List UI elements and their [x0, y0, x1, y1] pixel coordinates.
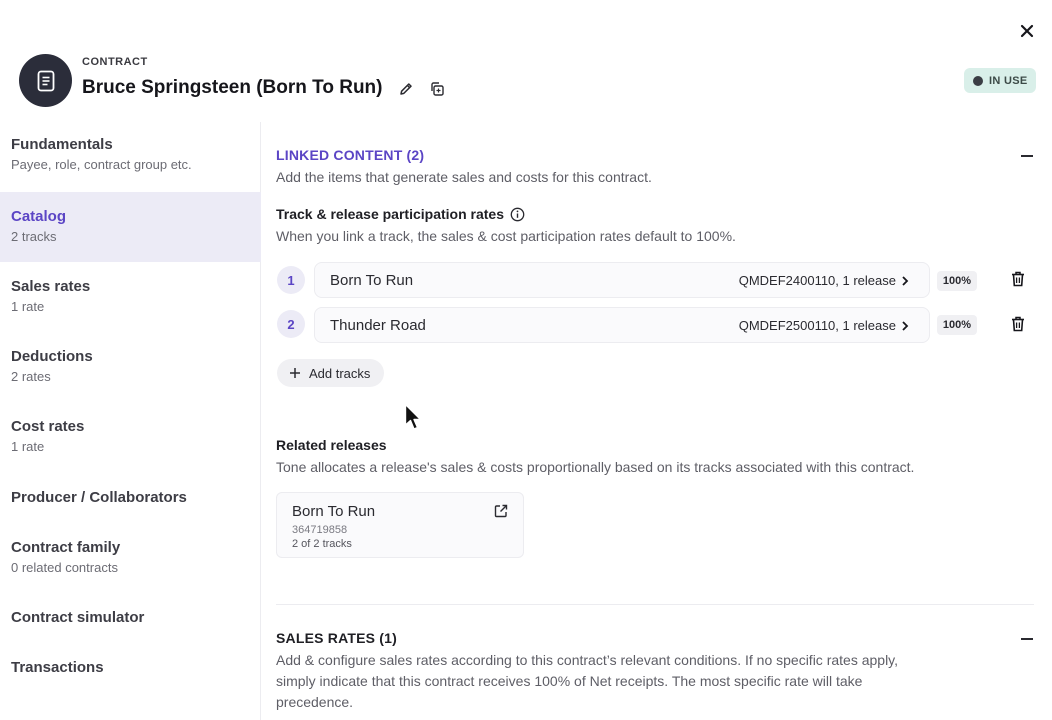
sidebar-item-label: Deductions — [11, 348, 93, 365]
sales-rates-collapse-button[interactable] — [1021, 638, 1033, 640]
participation-rate-badge[interactable]: 100% — [937, 315, 977, 335]
chevron-right-icon — [902, 320, 909, 331]
track-isrc-releases: QMDEF2400110, 1 release — [738, 273, 896, 288]
contract-avatar — [19, 54, 72, 107]
participation-title: Track & release participation rates — [276, 206, 504, 222]
close-icon — [1020, 24, 1034, 38]
sidebar-item-sub: 1 rate — [11, 439, 45, 454]
status-badge: IN USE — [964, 68, 1037, 93]
linked-content-heading: LINKED CONTENT (2) — [276, 147, 425, 163]
sidebar-item-label: Cost rates — [11, 418, 85, 435]
sidebar-item-contract-simulator[interactable]: Contract simulator — [0, 609, 261, 649]
sidebar-item-cost-rates[interactable]: Cost rates 1 rate — [0, 418, 261, 478]
sales-rates-description-line-1: Add & configure sales rates according to… — [276, 652, 899, 668]
sidebar-item-label: Fundamentals — [11, 136, 113, 153]
track-meta: QMDEF2500110, 1 release — [739, 318, 909, 333]
close-button[interactable] — [1016, 20, 1038, 42]
sidebar-nav: Fundamentals Payee, role, contract group… — [0, 122, 261, 720]
participation-heading: Track & release participation rates — [276, 206, 525, 222]
document-icon — [37, 70, 54, 91]
duplicate-icon[interactable] — [428, 80, 446, 98]
track-row-born-to-run[interactable]: Born To Run QMDEF2400110, 1 release — [314, 262, 930, 298]
sidebar-item-label: Transactions — [11, 659, 104, 676]
sidebar-item-label: Contract family — [11, 539, 121, 556]
release-card[interactable]: Born To Run 364719858 2 of 2 tracks — [276, 492, 524, 558]
linked-content-collapse-button[interactable] — [1021, 155, 1033, 157]
participation-description: When you link a track, the sales & cost … — [276, 228, 736, 244]
sidebar-item-sales-rates[interactable]: Sales rates 1 rate — [0, 278, 261, 338]
sidebar-item-sub: Payee, role, contract group etc. — [11, 157, 192, 172]
status-dot-icon — [973, 75, 983, 86]
sales-rates-description-line-2: simply indicate that this contract recei… — [276, 673, 863, 689]
sales-rates-description-line-3: precedence. — [276, 694, 354, 710]
sidebar-item-label: Producer / Collaborators — [11, 489, 187, 506]
release-code: 364719858 — [292, 524, 348, 536]
sidebar-item-label: Catalog — [11, 208, 67, 225]
sidebar-item-sub: 1 rate — [11, 299, 45, 314]
section-divider — [276, 604, 1034, 605]
sidebar-item-label: Sales rates — [11, 278, 91, 295]
track-name: Thunder Road — [330, 317, 426, 334]
release-title: Born To Run — [292, 503, 376, 520]
mouse-pointer-icon — [404, 403, 422, 430]
trash-icon — [1012, 316, 1024, 332]
sidebar-item-sub: 2 rates — [11, 369, 51, 384]
contract-eyebrow: CONTRACT — [82, 56, 148, 68]
page-title: Bruce Springsteen (Born To Run) — [82, 77, 383, 98]
sidebar-item-sub: 2 tracks — [11, 229, 57, 244]
add-tracks-button[interactable]: Add tracks — [277, 359, 385, 387]
linked-content-description: Add the items that generate sales and co… — [276, 169, 652, 185]
chevron-right-icon — [902, 275, 909, 286]
add-tracks-label: Add tracks — [309, 365, 371, 381]
sales-rates-heading: SALES RATES (1) — [276, 630, 397, 646]
info-icon[interactable] — [510, 207, 525, 222]
track-number: 2 — [277, 310, 305, 338]
sidebar-item-contract-family[interactable]: Contract family 0 related contracts — [0, 539, 261, 599]
edit-pencil-icon[interactable] — [397, 80, 415, 98]
release-track-count: 2 of 2 tracks — [292, 538, 352, 550]
external-link-icon[interactable] — [493, 503, 509, 519]
related-releases-heading: Related releases — [276, 437, 387, 453]
track-name: Born To Run — [330, 272, 414, 289]
track-number: 1 — [277, 266, 305, 294]
sidebar-item-catalog[interactable]: Catalog 2 tracks — [0, 192, 261, 262]
trash-icon — [1012, 271, 1024, 287]
track-row-thunder-road[interactable]: Thunder Road QMDEF2500110, 1 release — [314, 307, 930, 343]
delete-track-button[interactable] — [1010, 315, 1026, 333]
delete-track-button[interactable] — [1010, 270, 1026, 288]
sidebar-item-producer-collaborators[interactable]: Producer / Collaborators — [0, 489, 261, 529]
sidebar-item-sub: 0 related contracts — [11, 560, 118, 575]
modal-header: CONTRACT Bruce Springsteen (Born To Run)… — [0, 0, 1052, 122]
sidebar-item-fundamentals[interactable]: Fundamentals Payee, role, contract group… — [0, 136, 261, 196]
status-label: IN USE — [989, 74, 1028, 87]
sidebar-item-label: Contract simulator — [11, 609, 145, 626]
sidebar-item-transactions[interactable]: Transactions — [0, 659, 261, 699]
track-isrc-releases: QMDEF2500110, 1 release — [738, 318, 896, 333]
sidebar-item-deductions[interactable]: Deductions 2 rates — [0, 348, 261, 408]
participation-rate-badge[interactable]: 100% — [937, 271, 977, 291]
plus-icon — [290, 368, 300, 378]
track-meta: QMDEF2400110, 1 release — [739, 273, 909, 288]
related-releases-description: Tone allocates a release's sales & costs… — [276, 459, 915, 475]
main-content: LINKED CONTENT (2) Add the items that ge… — [276, 122, 1036, 720]
